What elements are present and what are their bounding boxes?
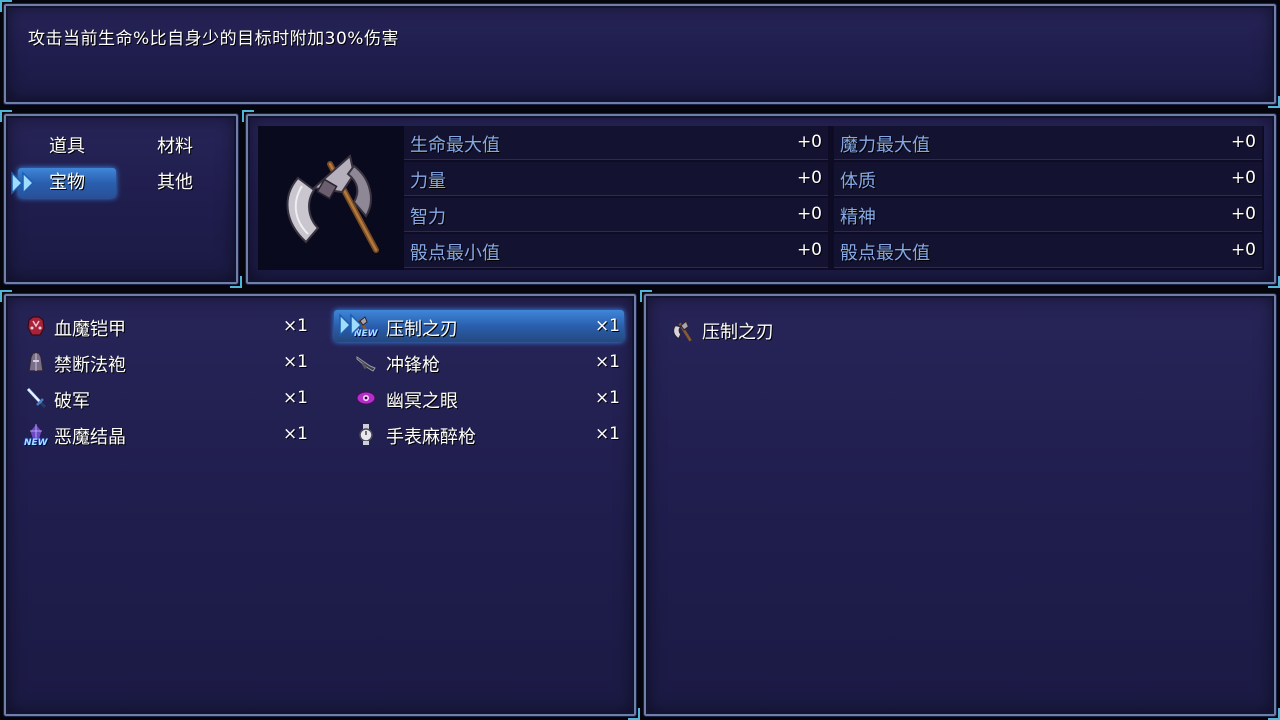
stat-intelligence: 智力 +0 xyxy=(404,198,828,232)
watch-icon xyxy=(359,424,373,445)
stat-strength: 力量 +0 xyxy=(404,162,828,196)
armor-icon xyxy=(27,316,45,336)
item-status-window: 生命最大值 +0 力量 +0 智力 +0 骰点最小值 +0 魔力最大值 +0 体… xyxy=(242,110,1280,288)
help-window: 攻击当前生命%比自身少的目标时附加30%伤害 xyxy=(0,0,1280,108)
stat-value: +0 xyxy=(796,204,822,224)
stat-value: +0 xyxy=(1230,168,1256,188)
stat-value: +0 xyxy=(796,240,822,260)
stat-max-hp: 生命最大值 +0 xyxy=(404,126,828,160)
item-quantity: ×1 xyxy=(594,424,620,444)
item-detail-window: 压制之刃 xyxy=(640,290,1280,720)
stat-value: +0 xyxy=(1230,132,1256,152)
item-quantity: ×1 xyxy=(594,316,620,336)
selection-cursor-icon xyxy=(11,171,35,195)
stat-label: 力量 xyxy=(410,171,446,192)
stat-label: 体质 xyxy=(840,171,876,192)
stat-label: 智力 xyxy=(410,207,446,228)
item-name: 血魔铠甲 xyxy=(54,319,126,340)
list-item[interactable]: 手表麻醉枪 ×1 xyxy=(334,418,624,450)
item-quantity: ×1 xyxy=(282,388,308,408)
list-item[interactable]: 幽冥之眼 ×1 xyxy=(334,382,624,414)
item-quantity: ×1 xyxy=(282,316,308,336)
list-item[interactable]: 禁断法袍 ×1 xyxy=(22,346,312,378)
selection-cursor-icon xyxy=(339,313,363,337)
gun-icon xyxy=(356,356,376,372)
category-window: 道具 材料 宝物 其他 xyxy=(0,110,242,288)
stat-value: +0 xyxy=(796,168,822,188)
battle-axe-icon xyxy=(286,154,379,253)
stat-label: 生命最大值 xyxy=(410,135,500,156)
list-item-selected[interactable]: 压制之刃 ×1 NEW xyxy=(334,310,624,342)
stat-label: 骰点最小值 xyxy=(410,243,500,264)
stat-max-mp: 魔力最大值 +0 xyxy=(834,126,1262,160)
status-panel: 生命最大值 +0 力量 +0 智力 +0 骰点最小值 +0 魔力最大值 +0 体… xyxy=(258,126,1264,270)
item-portrait xyxy=(258,126,404,270)
item-quantity: ×1 xyxy=(282,424,308,444)
detail-item-name: 压制之刃 xyxy=(702,322,774,343)
item-name: 破军 xyxy=(54,391,90,412)
list-item[interactable]: 破军 ×1 xyxy=(22,382,312,414)
stat-dice-min: 骰点最小值 +0 xyxy=(404,234,828,268)
sword-icon xyxy=(26,387,47,409)
item-name: 压制之刃 xyxy=(386,319,458,340)
stat-value: +0 xyxy=(1230,204,1256,224)
item-name: 禁断法袍 xyxy=(54,355,126,376)
axe-icon xyxy=(673,320,692,342)
item-name: 手表麻醉枪 xyxy=(386,427,476,448)
list-item[interactable]: 血魔铠甲 ×1 xyxy=(22,310,312,342)
item-description: 攻击当前生命%比自身少的目标时附加30%伤害 xyxy=(28,29,399,49)
item-quantity: ×1 xyxy=(594,388,620,408)
eye-icon xyxy=(356,391,376,405)
stat-value: +0 xyxy=(796,132,822,152)
category-others[interactable]: 其他 xyxy=(126,168,224,198)
list-item[interactable]: NEW 恶魔结晶 ×1 xyxy=(22,418,312,450)
item-name: 幽冥之眼 xyxy=(386,391,458,412)
item-quantity: ×1 xyxy=(594,352,620,372)
stat-dice-max: 骰点最大值 +0 xyxy=(834,234,1262,268)
stat-label: 魔力最大值 xyxy=(840,135,930,156)
category-materials[interactable]: 材料 xyxy=(126,132,224,162)
category-items[interactable]: 道具 xyxy=(18,132,116,162)
item-list-window: 血魔铠甲 ×1 压制之刃 ×1 NEW 禁断法袍 ×1 冲锋枪 ×1 破军 ×1… xyxy=(0,290,640,720)
item-name: 冲锋枪 xyxy=(386,355,440,376)
new-badge: NEW xyxy=(24,438,48,448)
item-quantity: ×1 xyxy=(282,352,308,372)
stat-value: +0 xyxy=(1230,240,1256,260)
list-item[interactable]: 冲锋枪 ×1 xyxy=(334,346,624,378)
stat-label: 精神 xyxy=(840,207,876,228)
robe-icon xyxy=(28,352,44,372)
stat-constitution: 体质 +0 xyxy=(834,162,1262,196)
item-name: 恶魔结晶 xyxy=(54,427,126,448)
stat-label: 骰点最大值 xyxy=(840,243,930,264)
stat-spirit: 精神 +0 xyxy=(834,198,1262,232)
